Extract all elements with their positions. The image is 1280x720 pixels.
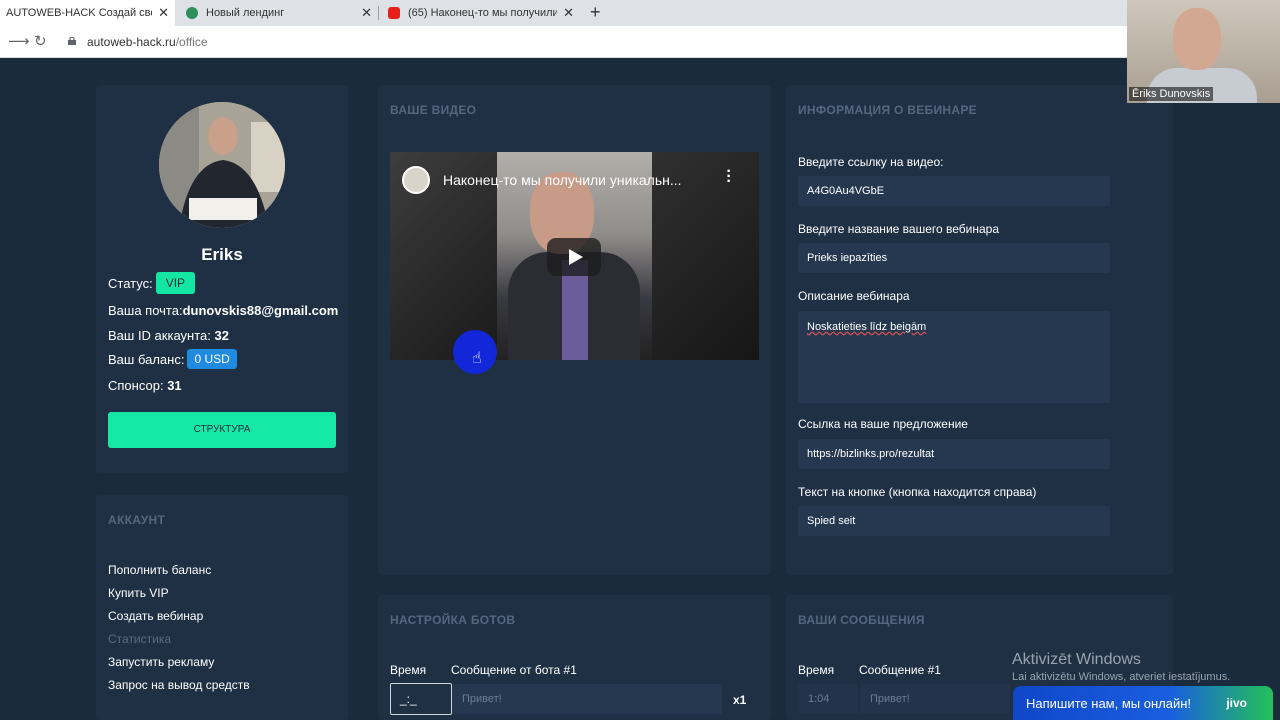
webinar-name-input[interactable]: Prieks iepazīties xyxy=(798,243,1110,273)
profile-card: Eriks Статус: VIP Ваша почта: dunovskis88… xyxy=(96,85,348,473)
description-text: Noskatieties līdz beigām xyxy=(807,321,927,333)
video-card-title: ВАШЕ ВИДЕО xyxy=(390,103,477,117)
message-input[interactable]: Привет! xyxy=(860,684,1010,714)
menu-buy-vip[interactable]: Купить VIP xyxy=(108,586,169,600)
menu-statistics[interactable]: Статистика xyxy=(108,632,171,646)
lock-icon xyxy=(68,37,76,45)
menu-launch-ads[interactable]: Запустить рекламу xyxy=(108,655,214,669)
browser-tab-landing[interactable]: Новый лендинг ✕ xyxy=(180,0,378,26)
bot-settings-card: НАСТРОЙКА БОТОВ Время Сообщение от бота … xyxy=(378,595,771,720)
webcam-name-label: Ēriks Dunovskis xyxy=(1129,87,1214,101)
webinar-description-textarea[interactable]: Noskatieties līdz beigām xyxy=(798,311,1110,403)
account-id-label: Ваш ID аккаунта: xyxy=(108,328,211,343)
webinar-name-label: Введите название вашего вебинара xyxy=(798,222,999,236)
sponsor-row: Спонсор: 31 xyxy=(108,378,182,393)
bot-message-input[interactable]: Привет! xyxy=(452,684,722,714)
message-time-header: Время xyxy=(798,663,835,677)
activation-subtitle: Lai aktivizētu Windows, atveriet iestatī… xyxy=(1012,671,1231,683)
avatar xyxy=(159,102,285,228)
new-tab-button[interactable]: + xyxy=(590,2,601,23)
youtube-favicon-icon xyxy=(388,7,400,19)
video-link-input[interactable]: A4G0Au4VGbE xyxy=(798,176,1110,206)
offer-link-input[interactable]: https://bizlinks.pro/rezultat xyxy=(798,439,1110,469)
balance-row: Ваш баланс: 0 USD xyxy=(108,349,237,369)
browser-tab-youtube[interactable]: (65) Наконец-то мы получили у ✕ xyxy=(382,0,580,26)
status-label: Статус: xyxy=(108,275,153,291)
close-icon[interactable]: ✕ xyxy=(158,5,169,21)
tab-title: AUTOWEB-HACK Создай свой а xyxy=(6,7,152,19)
webcam-face xyxy=(1173,8,1221,70)
balance-label: Ваш баланс: xyxy=(108,351,185,367)
jivo-logo: jivo xyxy=(1226,696,1247,710)
hand-cursor-icon: ☝ xyxy=(472,350,482,367)
bot-settings-title: НАСТРОЙКА БОТОВ xyxy=(390,613,516,627)
windows-activation-watermark: Aktivizēt Windows Lai aktivizētu Windows… xyxy=(1012,651,1230,683)
sponsor-label: Спонсор: xyxy=(108,378,164,393)
webinar-info-card: ИНФОРМАЦИЯ О ВЕБИНАРЕ Введите ссылку на … xyxy=(786,85,1173,575)
play-icon xyxy=(569,249,583,265)
profile-name: Eriks xyxy=(201,245,243,264)
menu-topup-balance[interactable]: Пополнить баланс xyxy=(108,563,211,577)
video-link-label: Введите ссылку на видео: xyxy=(798,155,944,169)
landing-favicon-icon xyxy=(186,7,198,19)
bot-multiplier[interactable]: x1 xyxy=(733,693,746,707)
status-badge: VIP xyxy=(155,272,196,294)
account-id-row: Ваш ID аккаунта: 32 xyxy=(108,328,229,343)
webinar-info-title: ИНФОРМАЦИЯ О ВЕБИНАРЕ xyxy=(798,103,977,117)
menu-withdraw-request[interactable]: Запрос на вывод средств xyxy=(108,678,250,692)
office-page: Eriks Статус: VIP Ваша почта: dunovskis88… xyxy=(0,58,1280,720)
email-row: Ваша почта: dunovskis88@gmail.com xyxy=(108,303,338,318)
tab-divider xyxy=(378,6,379,20)
url-path: /office xyxy=(175,35,208,49)
bot-time-header: Время xyxy=(390,663,427,677)
url-host: autoweb-hack.ru xyxy=(87,35,176,49)
webcam-overlay: Ēriks Dunovskis xyxy=(1127,0,1280,103)
email-value: dunovskis88@gmail.com xyxy=(182,303,339,318)
video-player[interactable]: Наконец-то мы получили уникальн... · · · xyxy=(390,152,759,360)
activation-title: Aktivizēt Windows xyxy=(1012,651,1141,668)
balance-badge: 0 USD xyxy=(187,349,237,369)
chat-widget-button[interactable]: Напишите нам, мы онлайн! jivo xyxy=(1013,686,1273,720)
tab-title: (65) Наконец-то мы получили у xyxy=(408,7,558,19)
account-title: АККАУНТ xyxy=(108,513,166,527)
reload-icon[interactable]: ↻ xyxy=(34,32,47,50)
address-bar: ⟶ ↻ autoweb-hack.ru/office xyxy=(0,26,1280,58)
message-header: Сообщение #1 xyxy=(859,663,941,677)
more-options-icon[interactable]: · · · xyxy=(725,164,733,190)
url-field[interactable]: autoweb-hack.ru/office xyxy=(87,35,208,49)
play-button[interactable] xyxy=(547,238,601,276)
bot-message-header: Сообщение от бота #1 xyxy=(451,663,577,677)
tab-title: Новый лендинг xyxy=(206,7,285,19)
close-icon[interactable]: ✕ xyxy=(563,5,574,21)
sponsor-value: 31 xyxy=(167,378,182,393)
account-card: АККАУНТ Пополнить баланс Купить VIP Созд… xyxy=(96,495,348,720)
menu-create-webinar[interactable]: Создать вебинар xyxy=(108,609,203,623)
video-title[interactable]: Наконец-то мы получили уникальн... xyxy=(443,172,713,188)
browser-tab-autoweb[interactable]: AUTOWEB-HACK Создай свой а ✕ xyxy=(0,0,175,26)
email-label: Ваша почта: xyxy=(108,303,183,318)
message-time-input[interactable]: 1:04 xyxy=(798,684,858,714)
structure-button[interactable]: СТРУКТУРА xyxy=(108,412,336,448)
your-messages-title: ВАШИ СООБЩЕНИЯ xyxy=(798,613,925,627)
channel-avatar[interactable] xyxy=(402,166,430,194)
video-card: ВАШЕ ВИДЕО Наконец-то мы получили уникал… xyxy=(378,85,771,575)
webinar-description-label: Описание вебинара xyxy=(798,289,910,303)
bot-time-input[interactable]: _:_ xyxy=(390,683,452,715)
browser-tab-bar: AUTOWEB-HACK Создай свой а ✕ Новый ленди… xyxy=(0,0,1280,26)
button-text-label: Текст на кнопке (кнопка находится справа… xyxy=(798,485,1037,499)
forward-icon[interactable]: ⟶ xyxy=(8,32,30,50)
close-icon[interactable]: ✕ xyxy=(361,5,372,21)
offer-link-label: Ссылка на ваше предложение xyxy=(798,417,968,431)
status-row: Статус: VIP xyxy=(108,272,196,294)
account-id-value: 32 xyxy=(214,328,229,343)
button-text-input[interactable]: Spied seit xyxy=(798,506,1110,536)
chat-widget-text: Напишите нам, мы онлайн! xyxy=(1026,695,1192,711)
